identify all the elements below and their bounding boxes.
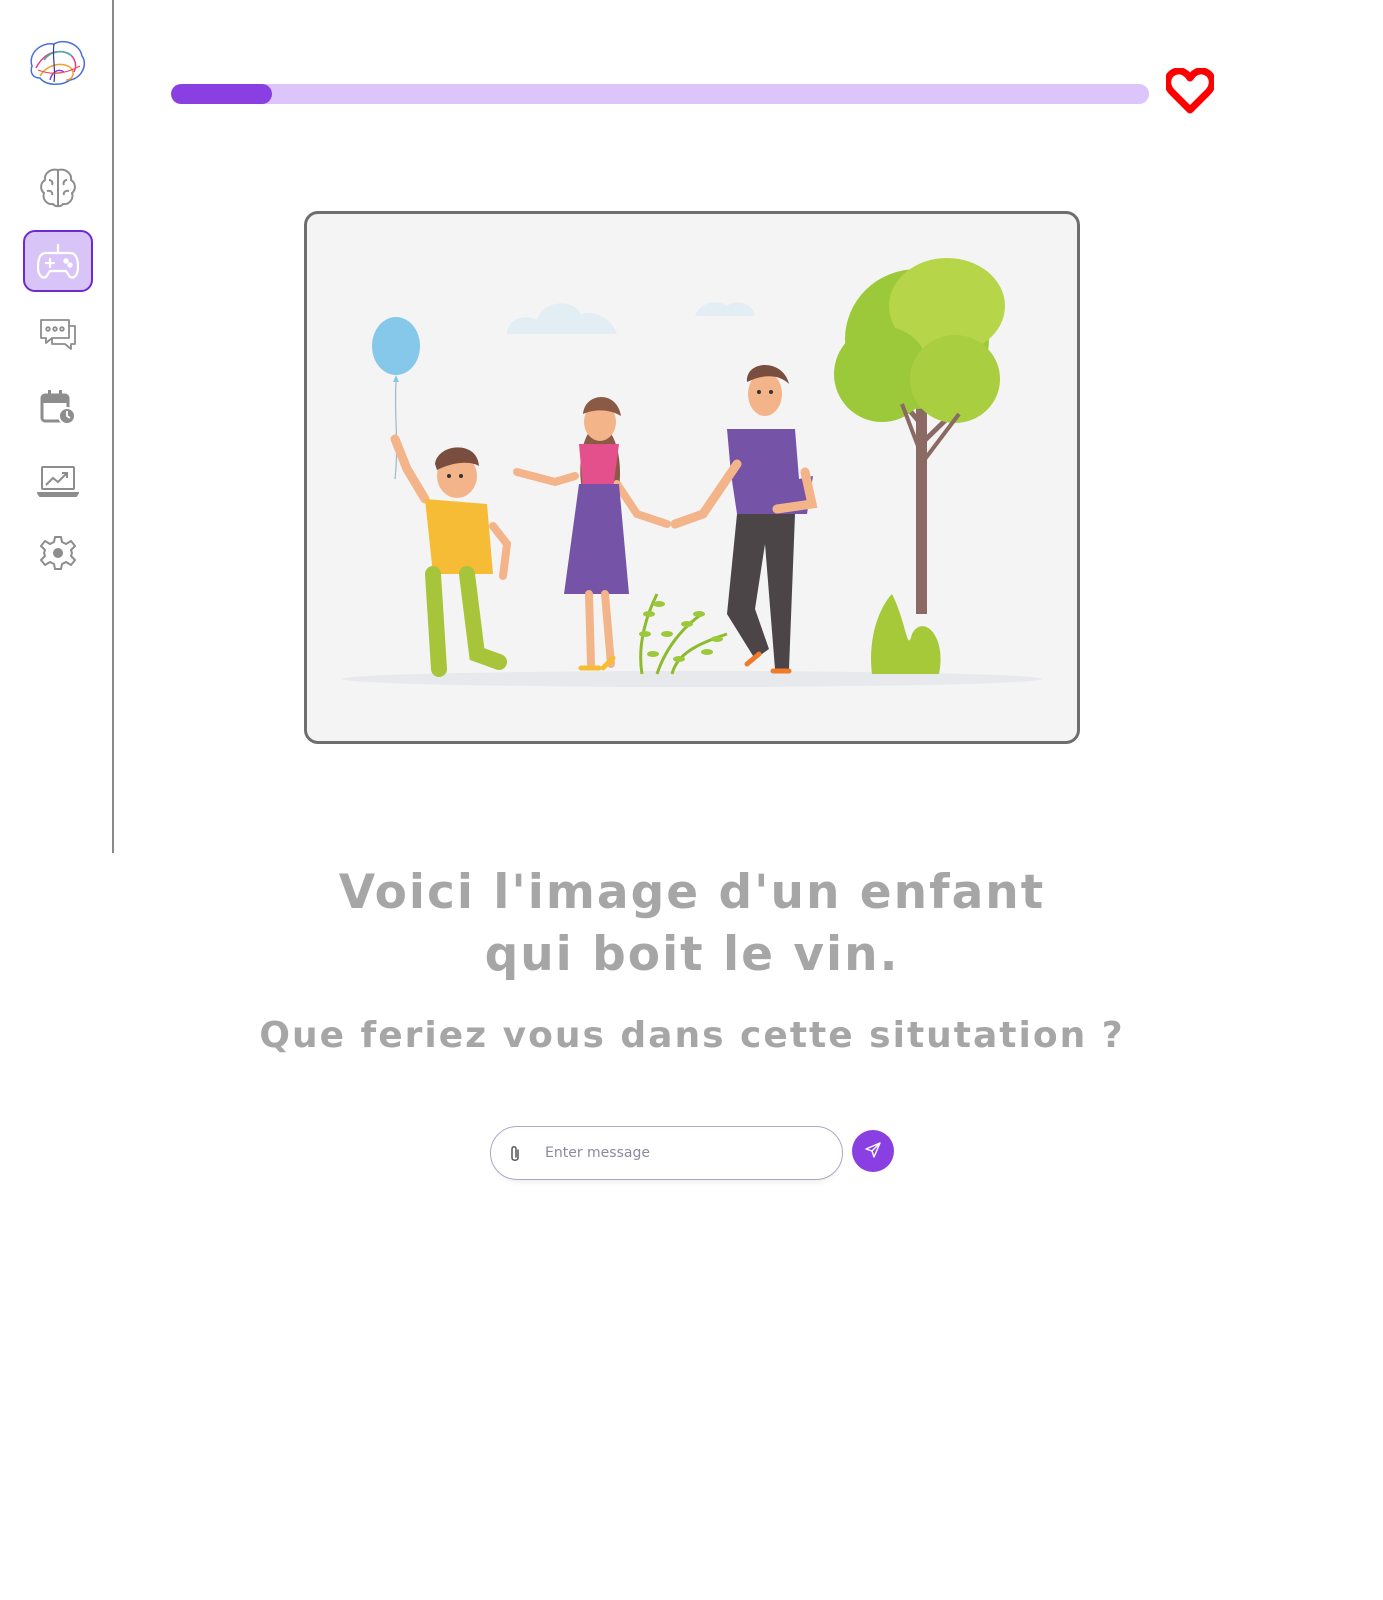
scene-image — [304, 211, 1080, 744]
sidebar — [0, 0, 114, 853]
brain-icon — [38, 166, 78, 208]
nav-item-brain[interactable] — [23, 156, 93, 218]
laptop-chart-icon — [37, 465, 79, 497]
gamepad-icon — [36, 241, 80, 281]
paperclip-icon[interactable] — [505, 1143, 525, 1165]
nav-item-settings[interactable] — [23, 522, 93, 584]
heart-icon — [1164, 67, 1216, 114]
scenario-prompt-line2: qui boit le vin. — [484, 927, 900, 982]
family-park-illustration — [342, 258, 1042, 687]
scenario-prompt: Voici l'image d'un enfant qui boit le vi… — [300, 862, 1084, 986]
progress-bar — [171, 84, 1149, 104]
nav-item-calendar[interactable] — [23, 376, 93, 438]
send-button[interactable] — [852, 1130, 894, 1172]
nav-item-stats[interactable] — [23, 450, 93, 512]
chat-bubbles-icon — [38, 317, 78, 351]
gear-icon — [40, 535, 76, 571]
calendar-clock-icon — [40, 389, 76, 425]
nav-item-games[interactable] — [23, 230, 93, 292]
scenario-question: Que feriez vous dans cette situtation ? — [259, 1015, 1125, 1056]
send-icon — [864, 1141, 882, 1162]
brain-logo-icon[interactable] — [24, 36, 90, 90]
message-box — [490, 1126, 843, 1180]
message-input[interactable] — [543, 1137, 827, 1169]
progress-bar-fill — [171, 84, 272, 104]
scenario-prompt-line1: Voici l'image d'un enfant — [338, 865, 1046, 920]
nav-item-chat[interactable] — [23, 303, 93, 365]
